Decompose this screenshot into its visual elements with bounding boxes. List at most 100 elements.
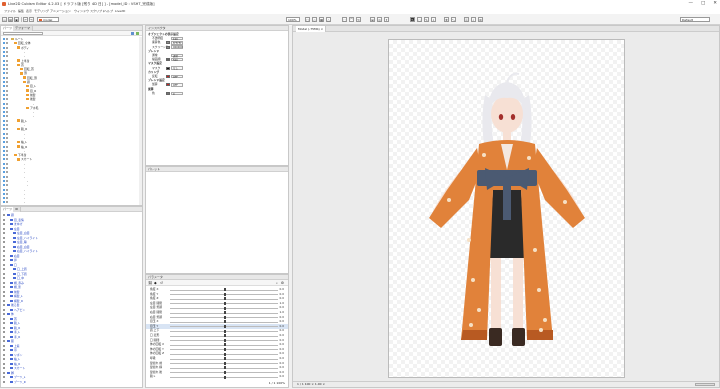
- select-tool-icon[interactable]: ↖: [410, 17, 415, 22]
- eye-icon[interactable]: [6, 149, 8, 152]
- parameter-key-icon[interactable]: ◆: [154, 281, 157, 285]
- eye-icon[interactable]: [3, 371, 5, 374]
- eye-icon[interactable]: [3, 259, 5, 261]
- deform-icon[interactable]: ⬚: [342, 17, 347, 22]
- parts-list-item[interactable]: 上着: [1, 344, 142, 348]
- eye-icon[interactable]: [3, 353, 5, 356]
- bend-icon[interactable]: ⌒: [349, 17, 354, 22]
- eye-icon[interactable]: [6, 141, 8, 144]
- undo-icon[interactable]: ↶: [23, 17, 28, 22]
- lock-icon[interactable]: [3, 158, 5, 161]
- parameter-row[interactable]: 腕 L 0.0: [146, 374, 288, 379]
- open-file-icon[interactable]: ▤: [8, 17, 13, 22]
- parts-list-item[interactable]: 前髪: [1, 290, 142, 294]
- menu-script[interactable]: スクリプト: [90, 9, 105, 13]
- multiply-icon[interactable]: ✦: [384, 17, 389, 22]
- inspector-value-field[interactable]: 0: [171, 91, 183, 95]
- menu-file[interactable]: ファイル: [4, 9, 16, 13]
- pin-tool-icon[interactable]: ⌖: [431, 17, 436, 22]
- eye-icon[interactable]: [3, 268, 5, 270]
- menu-edit[interactable]: 編集: [18, 9, 24, 13]
- eye-icon[interactable]: [3, 349, 5, 351]
- parts-list-item[interactable]: 左目: [1, 227, 142, 231]
- minimize-button[interactable]: —: [688, 1, 693, 6]
- eye-icon[interactable]: [6, 124, 8, 126]
- parts-list-item[interactable]: リボン: [1, 353, 142, 357]
- lock-icon[interactable]: [3, 85, 5, 88]
- eye-icon[interactable]: [3, 308, 5, 311]
- eye-icon[interactable]: [6, 38, 8, 40]
- eye-icon[interactable]: [3, 299, 5, 302]
- lock-icon[interactable]: [3, 68, 5, 71]
- lock-icon[interactable]: [3, 136, 5, 139]
- eye-icon[interactable]: [6, 175, 8, 178]
- parts-list-item[interactable]: 右目: [1, 254, 142, 258]
- lock-icon[interactable]: [3, 72, 5, 75]
- lock-icon[interactable]: [3, 192, 5, 195]
- menu-modeling[interactable]: モデリング: [34, 9, 49, 13]
- eye-icon[interactable]: [6, 171, 8, 174]
- lock-icon[interactable]: [3, 128, 5, 131]
- lock-icon[interactable]: [3, 197, 5, 200]
- menu-window[interactable]: ウィンドウ: [74, 9, 89, 13]
- lock-icon[interactable]: [3, 149, 5, 152]
- glue-icon[interactable]: ⊞: [370, 17, 375, 22]
- eye-icon[interactable]: [6, 115, 8, 118]
- eye-icon[interactable]: [6, 106, 8, 109]
- parts-list-item[interactable]: 帯: [1, 348, 142, 352]
- eye-icon[interactable]: [6, 184, 8, 187]
- parts-list-item[interactable]: 手_L: [1, 330, 142, 334]
- scale-tool-icon[interactable]: ⤡: [451, 17, 456, 22]
- eye-icon[interactable]: [6, 158, 8, 161]
- lock-icon[interactable]: [3, 46, 5, 49]
- view-mode-icon[interactable]: ▢: [305, 17, 310, 22]
- eye-icon[interactable]: [6, 93, 8, 96]
- parts-list-item[interactable]: 目_表情: [1, 218, 142, 222]
- eye-icon[interactable]: [3, 218, 5, 221]
- model-canvas[interactable]: [388, 39, 625, 378]
- deformer-tree-row[interactable]: -: [1, 200, 139, 204]
- lock-icon[interactable]: [3, 38, 5, 40]
- eye-icon[interactable]: [6, 46, 8, 49]
- eye-icon[interactable]: [6, 197, 8, 200]
- filter-icon[interactable]: [131, 32, 134, 35]
- eye-icon[interactable]: [6, 98, 8, 101]
- eye-icon[interactable]: [3, 232, 5, 234]
- parts-list-item[interactable]: 袖_R: [1, 362, 142, 366]
- eye-icon[interactable]: [3, 245, 5, 248]
- parts-list-item[interactable]: 体: [1, 312, 142, 316]
- parts-list-item[interactable]: まゆげ: [1, 222, 142, 226]
- new-file-icon[interactable]: ▫: [2, 17, 7, 22]
- eye-icon[interactable]: [3, 272, 5, 275]
- eye-icon[interactable]: [3, 340, 5, 342]
- eye-icon[interactable]: [3, 263, 5, 266]
- lock-icon[interactable]: [3, 59, 5, 62]
- eye-icon[interactable]: [6, 179, 8, 182]
- add-deformer-icon[interactable]: [136, 32, 139, 35]
- lock-icon[interactable]: [3, 119, 5, 122]
- eye-icon[interactable]: [3, 295, 5, 297]
- eye-icon[interactable]: [3, 380, 5, 383]
- parts-list-item[interactable]: 首: [1, 317, 142, 321]
- menu-live2d[interactable]: Live2D: [115, 9, 125, 13]
- lock-icon[interactable]: [3, 89, 5, 92]
- move-tool-icon[interactable]: ✥: [444, 17, 449, 22]
- eye-icon[interactable]: [3, 286, 5, 288]
- parts-list-item[interactable]: 左目_瞳: [1, 240, 142, 244]
- zoom-select[interactable]: 100%: [286, 17, 300, 22]
- parts-list-item[interactable]: 口_下唇: [1, 272, 142, 276]
- inspector-property[interactable]: 色0: [148, 91, 286, 96]
- search-icon[interactable]: ⌕: [471, 17, 476, 22]
- lock-icon[interactable]: [3, 42, 5, 45]
- tab-model-view[interactable]: Model (-75Mb) ×: [296, 26, 327, 32]
- parts-list-item[interactable]: 手_R: [1, 335, 142, 339]
- eye-icon[interactable]: [6, 201, 8, 204]
- eye-icon[interactable]: [3, 290, 5, 293]
- eye-icon[interactable]: [6, 162, 8, 165]
- parts-list-item[interactable]: 口_中: [1, 276, 142, 280]
- canvas-zoom-slider[interactable]: [695, 383, 715, 386]
- eye-icon[interactable]: [6, 154, 8, 157]
- parts-list-item[interactable]: 後ろ髪: [1, 303, 142, 307]
- parts-list-item[interactable]: ブーツ_R: [1, 380, 142, 384]
- workspace-select[interactable]: Default: [680, 17, 710, 22]
